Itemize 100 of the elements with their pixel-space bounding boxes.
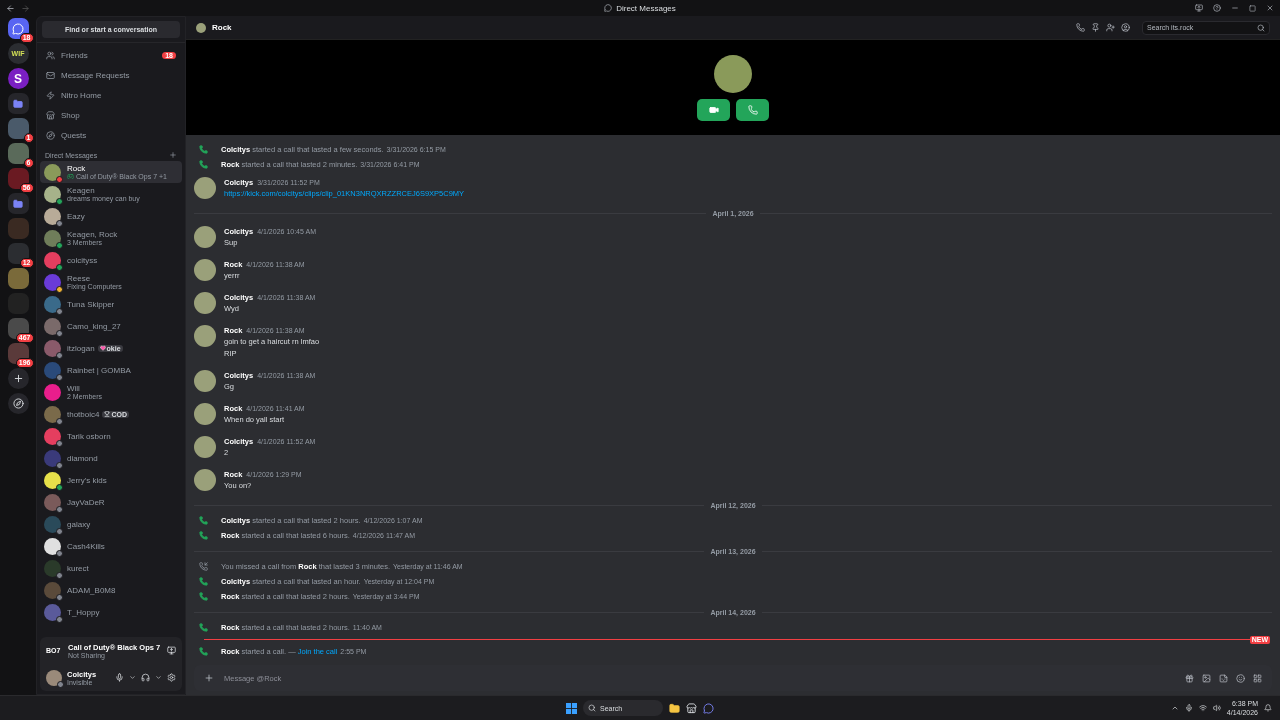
dm-item[interactable]: Camo_king_27 [40,315,182,337]
avatar [194,292,216,314]
dm-name: Eazy [67,211,85,221]
share-screen-icon[interactable] [167,646,176,655]
close-icon[interactable] [1266,4,1274,12]
dm-name: Keagen, Rock [67,230,118,239]
nav-icon [46,70,55,80]
microphone-icon[interactable] [115,673,124,682]
dm-item[interactable]: Tuna Skipper [40,293,182,315]
server-icon[interactable] [7,318,29,339]
server-icon[interactable] [7,243,29,264]
folder-button[interactable] [7,193,29,214]
avatar [714,54,752,93]
store-icon[interactable] [686,702,697,714]
add-icon[interactable] [169,151,177,159]
microphone-icon[interactable] [1184,704,1193,712]
dm-name: ADAM_B0M8 [67,585,116,595]
chevron-icon[interactable] [1170,704,1179,712]
nav-icon [46,90,55,100]
dm-name: itzlogan [67,343,95,353]
settings-icon[interactable] [167,673,176,682]
apps-icon[interactable] [1253,673,1262,683]
dm-item[interactable]: galaxy [40,513,182,535]
add-icon[interactable] [204,673,214,683]
dm-name: Keagen [67,186,95,195]
avatar [194,226,216,248]
call-button[interactable] [736,98,769,121]
emoji-icon[interactable] [1236,673,1245,683]
volume-icon[interactable] [1212,704,1221,712]
server-icon[interactable] [7,168,29,189]
trophy-icon [104,411,111,417]
discover-button[interactable] [7,393,29,414]
dm-item[interactable]: Jerry's kids [40,469,182,491]
nav-item[interactable]: Shop [42,105,180,125]
folder-icon [13,98,23,109]
profile-icon[interactable] [1121,23,1130,32]
nav-icon [46,110,55,120]
nav-item[interactable]: Nitro Home [42,85,180,105]
screen-icon[interactable] [1195,4,1203,12]
phone-icon [747,104,758,115]
nav-icon [46,50,55,60]
dm-name: Rainbet | GOMBA [67,365,131,375]
dm-name: Will [67,384,80,393]
avatar [194,403,216,425]
server-icon[interactable] [7,343,29,364]
nav-item[interactable]: Message Requests [42,65,180,85]
dm-item[interactable]: Eazy [40,205,182,227]
channel-name: Rock [212,23,233,32]
gift-icon[interactable] [1185,673,1194,683]
chevron-icon[interactable] [155,674,162,681]
chevron-icon[interactable] [129,674,136,681]
phone-icon[interactable] [1076,23,1085,32]
chat-bubble-icon [12,22,24,35]
window-title: Direct Messages [616,3,676,13]
pin-icon[interactable] [1091,23,1100,32]
headphones-icon[interactable] [141,673,150,682]
avatar [194,259,216,281]
add-friend-icon[interactable] [1106,23,1115,32]
back-icon[interactable] [6,3,15,13]
compass-icon [12,398,24,409]
avatar [196,22,206,33]
chat-app-icon[interactable] [703,702,714,714]
dm-item[interactable]: ADAM_B0M8 [40,579,182,601]
folder-button[interactable] [7,93,29,114]
nav-item[interactable]: Quests [42,125,180,145]
network-icon[interactable] [1198,704,1207,712]
dm-item[interactable]: Tarik osborn [40,425,182,447]
dm-name: diamond [67,453,98,463]
dm-name: Rock [67,164,86,173]
sticker-icon[interactable] [1219,673,1228,683]
add-server-button[interactable] [7,368,29,389]
avatar [194,177,216,199]
dm-name: JayVaDeR [67,497,105,507]
app-icon [604,4,613,12]
dm-item[interactable]: diamond [40,447,182,469]
dm-item[interactable]: kurect [40,557,182,579]
dm-name: galaxy [67,519,91,529]
notification-icon[interactable] [1264,704,1272,712]
dm-name: kurect [67,563,89,573]
video-camera-icon [708,104,719,115]
dm-name: Camo_king_27 [67,321,121,331]
dm-name: Cash4Kills [67,541,105,551]
dm-item[interactable]: T_Hoppy [40,601,182,623]
folder-icon[interactable] [669,702,680,714]
video-button[interactable] [697,98,730,121]
home-button[interactable] [7,18,29,39]
help-icon[interactable] [1213,4,1221,12]
dm-name: Tarik osborn [67,431,111,441]
avatar [194,370,216,392]
plus-icon [12,373,24,384]
dm-item[interactable]: Rainbet | GOMBA [40,359,182,381]
dm-name: T_Hoppy [67,607,100,617]
avatar [194,436,216,458]
maximize-icon[interactable] [1249,4,1256,12]
dm-item[interactable]: colcityss [40,249,182,271]
server-icon[interactable]: S [7,68,29,89]
dm-item[interactable]: Cash4Kills [40,535,182,557]
nav-icon [46,130,55,140]
dm-item[interactable]: JayVaDeR [40,491,182,513]
windows-start-icon[interactable] [566,702,577,714]
